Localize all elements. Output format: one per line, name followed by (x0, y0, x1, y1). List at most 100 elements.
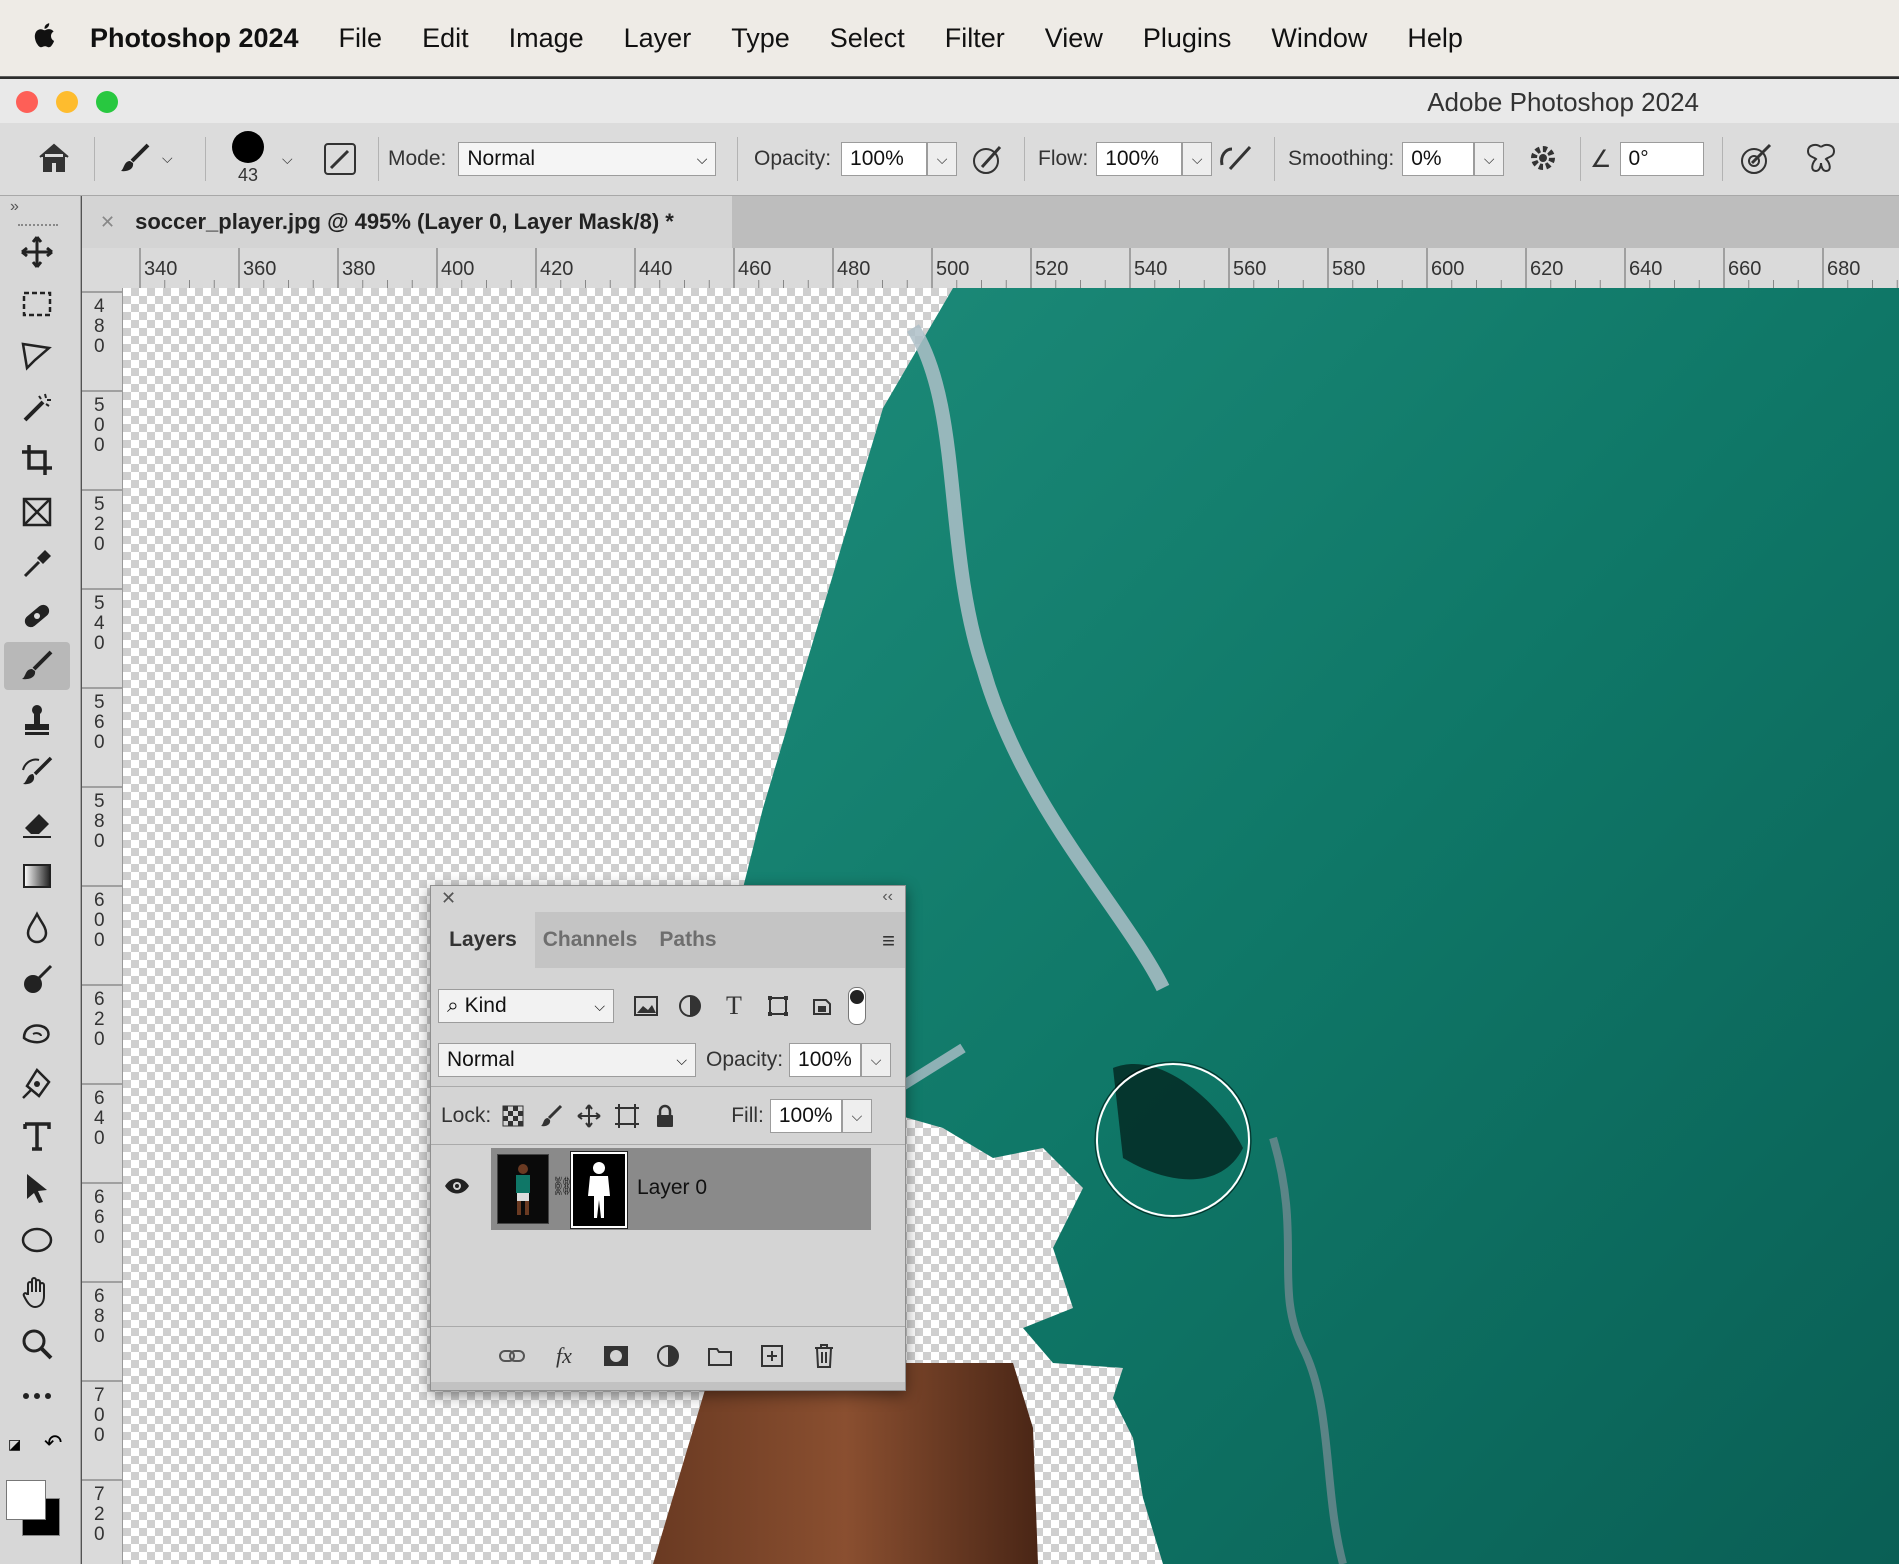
brush-settings-icon[interactable] (322, 141, 358, 177)
filter-kind-select[interactable]: ⌕ Kind ⌵ (438, 989, 614, 1023)
blur-icon[interactable] (4, 904, 70, 952)
lock-all-icon[interactable] (649, 1100, 681, 1132)
app-name[interactable]: Photoshop 2024 (90, 23, 299, 54)
frame-icon[interactable] (4, 488, 70, 536)
layer-opacity-dropdown[interactable]: ⌵ (861, 1043, 892, 1077)
clone-stamp-icon[interactable] (4, 696, 70, 744)
gradient-icon[interactable] (4, 852, 70, 900)
fill-dropdown[interactable]: ⌵ (841, 1099, 872, 1133)
flow-input[interactable]: 100% (1096, 142, 1183, 176)
mode-select[interactable]: Normal ⌵ (458, 142, 717, 176)
menu-select[interactable]: Select (830, 23, 905, 54)
panel-resize-handle[interactable] (431, 1382, 905, 1390)
close-window-button[interactable] (16, 91, 38, 113)
lock-image-pixels-icon[interactable] (535, 1100, 567, 1132)
angle-input[interactable]: 0° (1619, 142, 1704, 176)
eraser-icon[interactable] (4, 800, 70, 848)
brush-size-picker[interactable]: 43 (232, 131, 264, 186)
collapse-panel-icon[interactable]: ‹‹ (882, 888, 893, 906)
layer-visibility-eye-icon[interactable] (443, 1176, 471, 1202)
menu-edit[interactable]: Edit (422, 23, 469, 54)
healing-brush-icon[interactable] (4, 592, 70, 640)
layer-style-fx-icon[interactable]: fx (548, 1340, 580, 1372)
menu-help[interactable]: Help (1407, 23, 1463, 54)
eyedropper-icon[interactable] (4, 540, 70, 588)
lock-transparent-pixels-icon[interactable] (497, 1100, 529, 1132)
dodge-icon[interactable] (4, 956, 70, 1004)
layer-opacity-input[interactable]: 100% (789, 1043, 862, 1077)
layer-thumbnail[interactable] (497, 1154, 549, 1224)
delete-layer-trash-icon[interactable] (808, 1340, 840, 1372)
smoothing-gear-icon[interactable] (1526, 141, 1560, 175)
menu-type[interactable]: Type (731, 23, 790, 54)
marquee-icon[interactable] (4, 280, 70, 328)
new-group-folder-icon[interactable] (704, 1340, 736, 1372)
expand-toolbar-icon[interactable]: » (10, 198, 19, 216)
menu-plugins[interactable]: Plugins (1143, 23, 1232, 54)
opacity-input[interactable]: 100% (841, 142, 928, 176)
filter-smart-object-icon[interactable] (806, 990, 838, 1022)
move-icon[interactable] (4, 228, 70, 276)
smudge-icon[interactable] (4, 1008, 70, 1056)
document-canvas[interactable] (123, 288, 1899, 1564)
pressure-opacity-icon[interactable] (970, 141, 1006, 177)
filter-adjustment-icon[interactable] (674, 990, 706, 1022)
lock-artboard-icon[interactable] (611, 1100, 643, 1132)
more-tools-icon[interactable] (4, 1372, 70, 1420)
tab-layers[interactable]: Layers (431, 912, 535, 968)
menu-filter[interactable]: Filter (945, 23, 1005, 54)
new-layer-icon[interactable] (756, 1340, 788, 1372)
filter-pixel-icon[interactable] (630, 990, 662, 1022)
pen-icon[interactable] (4, 1060, 70, 1108)
pressure-size-icon[interactable] (1738, 141, 1774, 177)
tab-channels[interactable]: Channels (535, 912, 645, 968)
layer-row-layer-0[interactable]: ⛓ Layer 0 (431, 1148, 905, 1230)
maximize-window-button[interactable] (96, 91, 118, 113)
brush-size-dropdown-icon[interactable]: ⌵ (282, 151, 293, 168)
blend-mode-select[interactable]: Normal ⌵ (438, 1043, 696, 1077)
zoom-icon[interactable] (4, 1320, 70, 1368)
filter-toggle[interactable] (848, 987, 866, 1025)
menu-window[interactable]: Window (1271, 23, 1367, 54)
brush-icon[interactable] (4, 642, 70, 690)
lasso-icon[interactable] (4, 332, 70, 380)
smoothing-dropdown[interactable]: ⌵ (1474, 142, 1505, 176)
brush-tool-preset-icon[interactable]: ⌵ (118, 141, 173, 175)
magic-wand-icon[interactable] (4, 384, 70, 432)
minimize-window-button[interactable] (56, 91, 78, 113)
close-tab-icon[interactable]: ✕ (100, 212, 115, 233)
new-adjustment-layer-icon[interactable] (652, 1340, 684, 1372)
crop-icon[interactable] (4, 436, 70, 484)
airbrush-icon[interactable] (1216, 141, 1256, 177)
filter-type-icon[interactable]: T (718, 990, 750, 1022)
symmetry-icon[interactable] (1802, 141, 1840, 177)
close-panel-icon[interactable]: ✕ (441, 888, 456, 909)
home-icon[interactable] (36, 141, 72, 175)
foreground-color-swatch[interactable] (6, 1480, 46, 1520)
fill-input[interactable]: 100% (769, 1099, 842, 1133)
add-mask-icon[interactable] (600, 1340, 632, 1372)
layer-name[interactable]: Layer 0 (637, 1176, 707, 1200)
panel-menu-icon[interactable]: ≡ (882, 928, 895, 954)
menu-layer[interactable]: Layer (624, 23, 692, 54)
type-icon[interactable] (4, 1112, 70, 1160)
opacity-dropdown[interactable]: ⌵ (927, 142, 958, 176)
smoothing-input[interactable]: 0% (1402, 142, 1475, 176)
lock-position-icon[interactable] (573, 1100, 605, 1132)
document-tab[interactable]: ✕ soccer_player.jpg @ 495% (Layer 0, Lay… (82, 196, 732, 248)
tab-paths[interactable]: Paths (645, 912, 731, 968)
apple-menu-icon[interactable] (0, 17, 90, 59)
hand-icon[interactable] (4, 1268, 70, 1316)
flow-dropdown[interactable]: ⌵ (1182, 142, 1213, 176)
history-brush-icon[interactable] (4, 748, 70, 796)
menu-image[interactable]: Image (509, 23, 584, 54)
swap-colors-icon[interactable]: ↶ (44, 1430, 62, 1456)
path-selection-icon[interactable] (4, 1164, 70, 1212)
menu-file[interactable]: File (339, 23, 383, 54)
layer-mask-thumbnail[interactable] (570, 1151, 628, 1229)
filter-shape-icon[interactable] (762, 990, 794, 1022)
default-colors-icon[interactable]: ◪ (8, 1436, 21, 1453)
link-layers-icon[interactable] (496, 1340, 528, 1372)
ellipse-icon[interactable] (4, 1216, 70, 1264)
menu-view[interactable]: View (1045, 23, 1103, 54)
